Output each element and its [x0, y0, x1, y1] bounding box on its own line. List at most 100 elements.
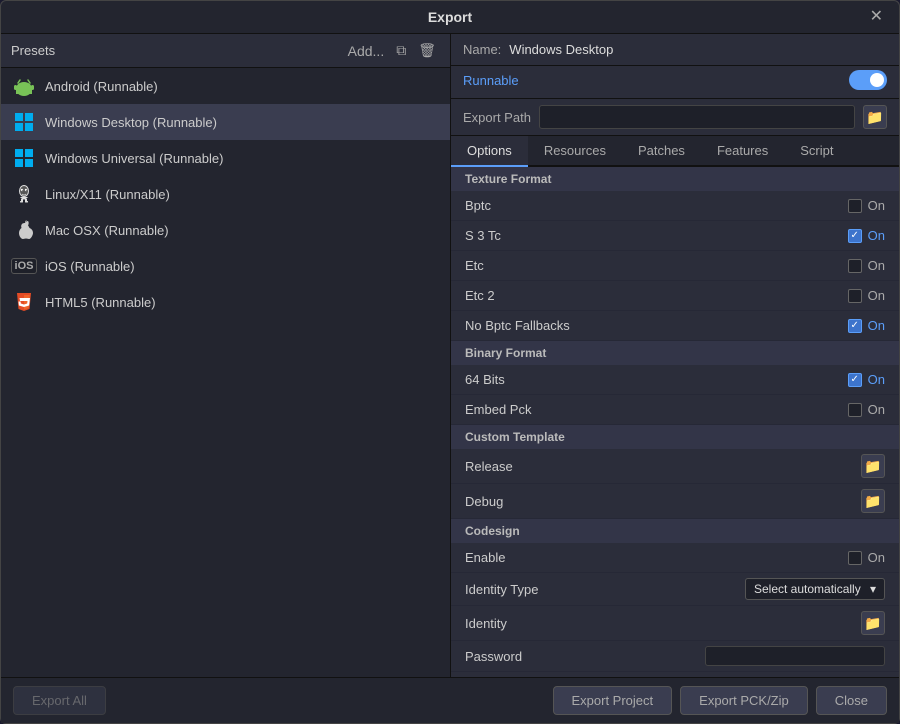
codesign-header: Codesign	[451, 519, 899, 543]
enable-on-text: On	[868, 550, 885, 565]
release-label: Release	[465, 459, 513, 474]
name-label: Name:	[463, 42, 501, 57]
embed-pck-label: Embed Pck	[465, 402, 531, 417]
texture-format-header: Texture Format	[451, 167, 899, 191]
preset-item-html5[interactable]: HTML5 (Runnable)	[1, 284, 450, 320]
preset-label-ios: iOS (Runnable)	[45, 259, 135, 274]
bottom-left: Export All	[13, 686, 106, 715]
option-etc: Etc On	[451, 251, 899, 281]
delete-preset-button[interactable]: 🗑	[414, 40, 440, 61]
titlebar: Export ✕	[1, 1, 899, 34]
etc-checkbox[interactable]	[848, 259, 862, 273]
debug-label: Debug	[465, 494, 503, 509]
export-path-row: Export Path 📁	[451, 99, 899, 136]
64bits-checkbox[interactable]	[848, 373, 862, 387]
preset-label-linux: Linux/X11 (Runnable)	[45, 187, 170, 202]
bottom-bar: Export All Export Project Export PCK/Zip…	[1, 677, 899, 723]
identity-type-value: Select automatically	[754, 582, 861, 596]
etc2-on-text: On	[868, 288, 885, 303]
password-input[interactable]	[705, 646, 885, 666]
dialog-title: Export	[428, 9, 472, 25]
option-enable: Enable On	[451, 543, 899, 573]
release-folder-button[interactable]: 📁	[861, 454, 885, 478]
duplicate-preset-button[interactable]: ⧉	[392, 40, 410, 61]
html5-icon	[13, 291, 35, 313]
option-debug: Debug 📁	[451, 484, 899, 519]
preset-item-macosx[interactable]: Mac OSX (Runnable)	[1, 212, 450, 248]
preset-label-html5: HTML5 (Runnable)	[45, 295, 156, 310]
tab-patches[interactable]: Patches	[622, 136, 701, 167]
no-bptc-fallbacks-checkbox[interactable]	[848, 319, 862, 333]
etc2-label: Etc 2	[465, 288, 495, 303]
tab-resources[interactable]: Resources	[528, 136, 622, 167]
etc2-right: On	[848, 288, 885, 303]
preset-label-windows-universal: Windows Universal (Runnable)	[45, 151, 223, 166]
64bits-on-text: On	[868, 372, 885, 387]
export-path-label: Export Path	[463, 110, 531, 125]
identity-type-dropdown[interactable]: Select automatically ▾	[745, 578, 885, 600]
64bits-label: 64 Bits	[465, 372, 505, 387]
preset-item-windows-desktop[interactable]: Windows Desktop (Runnable)	[1, 104, 450, 140]
preset-item-ios[interactable]: iOS iOS (Runnable)	[1, 248, 450, 284]
etc-right: On	[848, 258, 885, 273]
s3tc-checkbox[interactable]	[848, 229, 862, 243]
option-etc2: Etc 2 On	[451, 281, 899, 311]
no-bptc-fallbacks-right: On	[848, 318, 885, 333]
export-path-folder-button[interactable]: 📁	[863, 105, 887, 129]
option-s3tc: S 3 Tc On	[451, 221, 899, 251]
s3tc-label: S 3 Tc	[465, 228, 501, 243]
close-button[interactable]: Close	[816, 686, 887, 715]
preset-item-android[interactable]: Android (Runnable)	[1, 68, 450, 104]
presets-label: Presets	[11, 43, 55, 58]
option-bptc: Bptc On	[451, 191, 899, 221]
tab-script[interactable]: Script	[784, 136, 849, 167]
option-identity-type: Identity Type Select automatically ▾	[451, 573, 899, 606]
preset-label-windows-desktop: Windows Desktop (Runnable)	[45, 115, 217, 130]
bptc-label: Bptc	[465, 198, 491, 213]
runnable-toggle[interactable]	[849, 70, 887, 90]
s3tc-right: On	[848, 228, 885, 243]
android-icon	[13, 75, 35, 97]
linux-icon	[13, 183, 35, 205]
tab-features[interactable]: Features	[701, 136, 784, 167]
64bits-right: On	[848, 372, 885, 387]
name-value: Windows Desktop	[509, 42, 887, 57]
add-preset-button[interactable]: Add...	[344, 40, 389, 61]
identity-type-label: Identity Type	[465, 582, 538, 597]
export-path-input[interactable]	[539, 105, 855, 129]
option-embed-pck: Embed Pck On	[451, 395, 899, 425]
export-project-button[interactable]: Export Project	[553, 686, 673, 715]
right-panel: Name: Windows Desktop Runnable Export Pa…	[451, 34, 899, 677]
tab-options[interactable]: Options	[451, 136, 528, 167]
password-label: Password	[465, 649, 522, 664]
main-content: Presets Add... ⧉ 🗑	[1, 34, 899, 677]
identity-folder-button[interactable]: 📁	[861, 611, 885, 635]
etc2-checkbox[interactable]	[848, 289, 862, 303]
apple-icon	[13, 219, 35, 241]
bptc-checkbox[interactable]	[848, 199, 862, 213]
options-content: Texture Format Bptc On S 3 Tc On	[451, 167, 899, 677]
embed-pck-checkbox[interactable]	[848, 403, 862, 417]
enable-label: Enable	[465, 550, 505, 565]
enable-checkbox[interactable]	[848, 551, 862, 565]
preset-label-macosx: Mac OSX (Runnable)	[45, 223, 169, 238]
left-panel: Presets Add... ⧉ 🗑	[1, 34, 451, 677]
preset-item-linux[interactable]: Linux/X11 (Runnable)	[1, 176, 450, 212]
presets-actions: Add... ⧉ 🗑	[344, 40, 440, 61]
option-release: Release 📁	[451, 449, 899, 484]
embed-pck-right: On	[848, 402, 885, 417]
binary-format-header: Binary Format	[451, 341, 899, 365]
option-no-bptc-fallbacks: No Bptc Fallbacks On	[451, 311, 899, 341]
identity-label: Identity	[465, 616, 507, 631]
export-dialog: Export ✕ Presets Add... ⧉ 🗑	[0, 0, 900, 724]
close-icon[interactable]: ✕	[864, 7, 889, 27]
export-pck-zip-button[interactable]: Export PCK/Zip	[680, 686, 808, 715]
no-bptc-fallbacks-label: No Bptc Fallbacks	[465, 318, 570, 333]
preset-item-windows-universal[interactable]: Windows Universal (Runnable)	[1, 140, 450, 176]
export-all-button[interactable]: Export All	[13, 686, 106, 715]
embed-pck-on-text: On	[868, 402, 885, 417]
debug-folder-button[interactable]: 📁	[861, 489, 885, 513]
presets-header: Presets Add... ⧉ 🗑	[1, 34, 450, 68]
enable-right: On	[848, 550, 885, 565]
runnable-link[interactable]: Runnable	[463, 73, 519, 88]
